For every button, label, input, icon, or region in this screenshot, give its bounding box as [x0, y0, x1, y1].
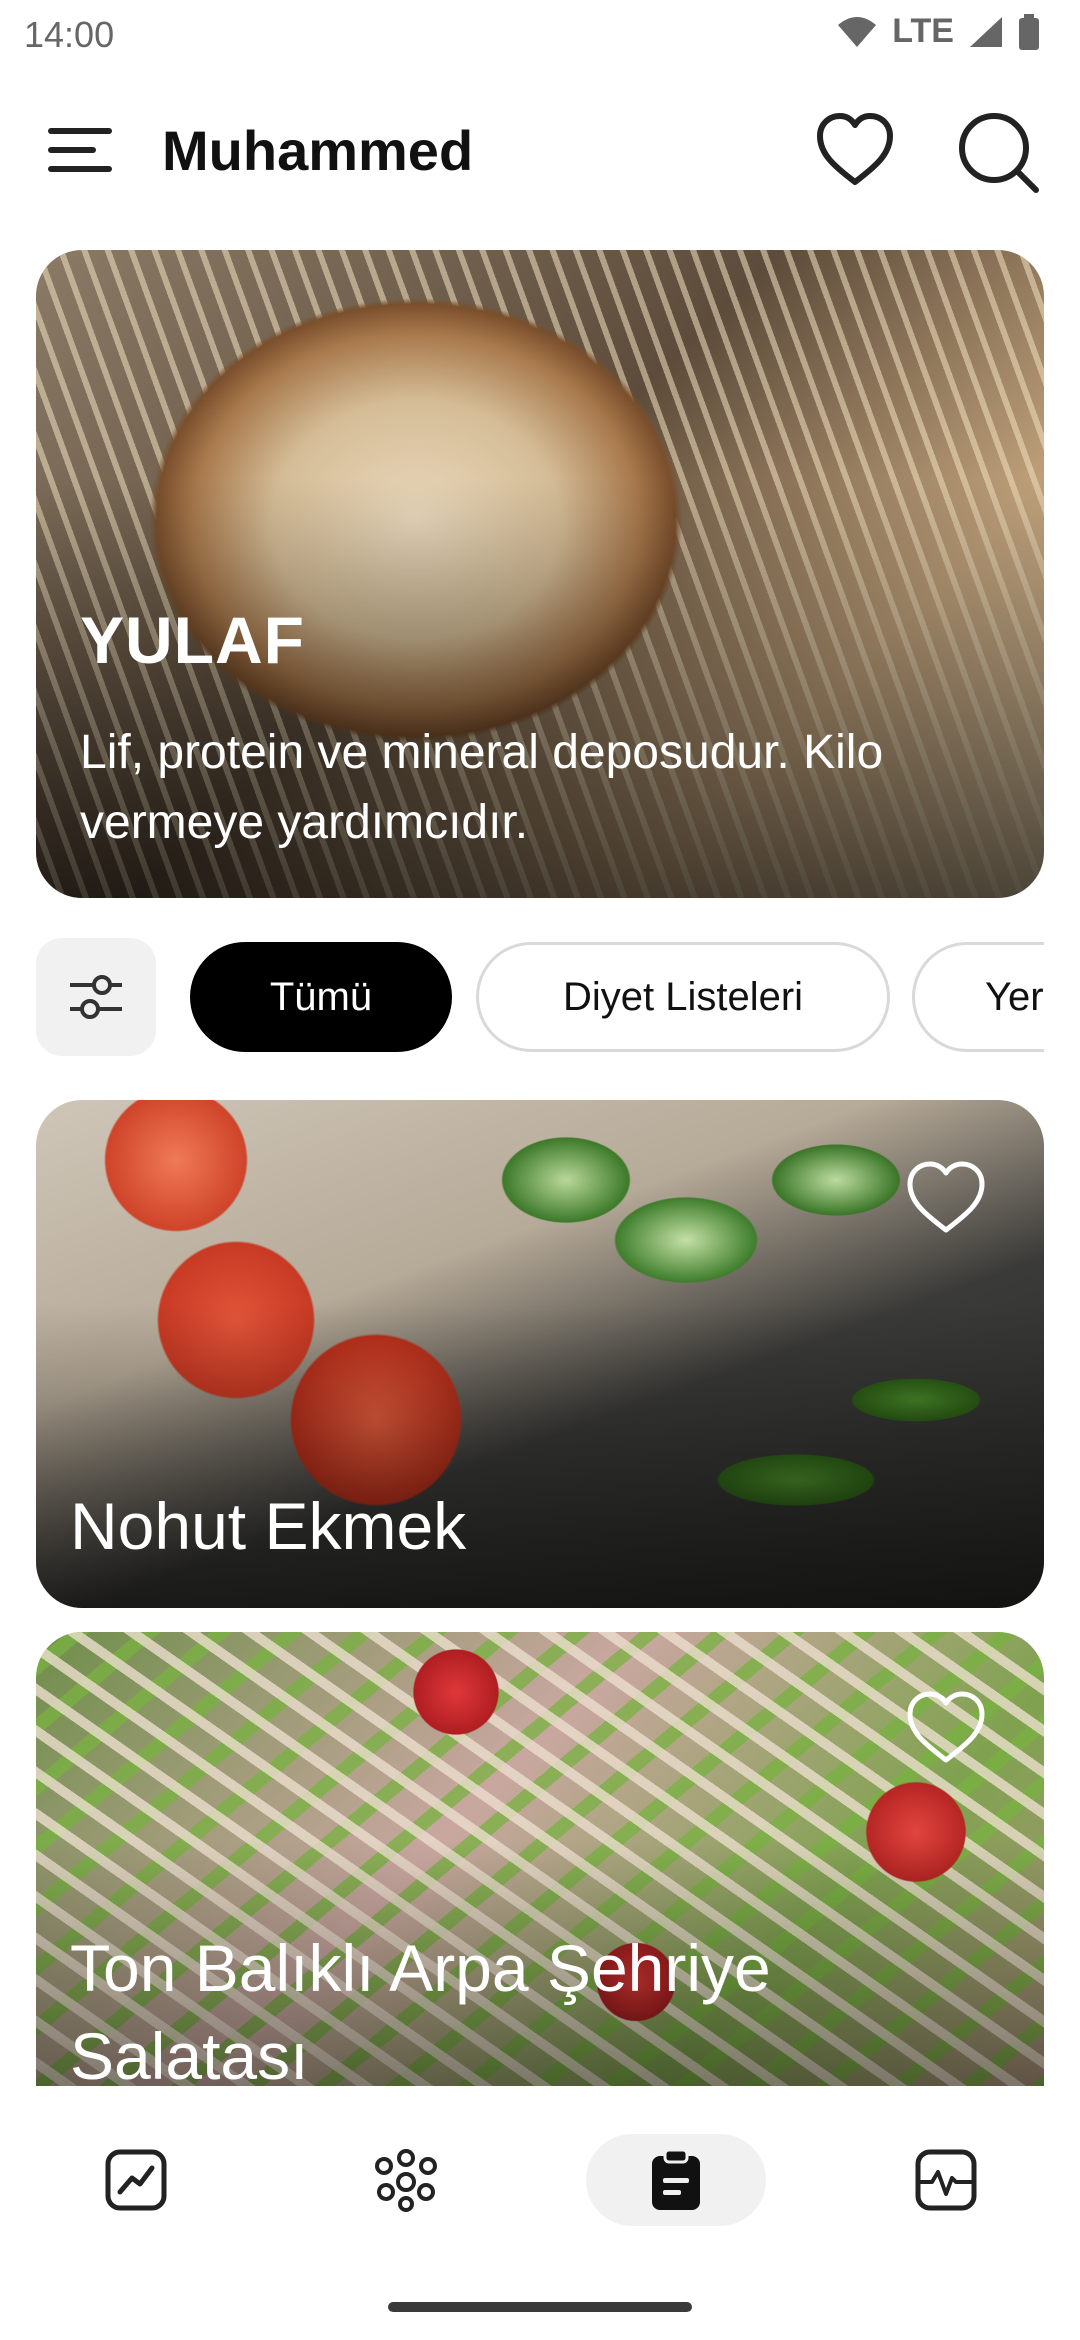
clipboard-icon: [652, 2148, 700, 2210]
heart-icon[interactable]: [904, 1158, 988, 1238]
home-indicator[interactable]: [388, 2302, 692, 2312]
chart-icon: [105, 2149, 167, 2211]
filter-button[interactable]: [36, 938, 156, 1056]
nav-health[interactable]: [856, 2134, 1036, 2226]
menu-icon[interactable]: [44, 122, 116, 178]
battery-icon: [1019, 13, 1039, 50]
recipe-card[interactable]: Ton Balıklı Arpa Şehriye Salatası: [36, 1632, 1044, 2152]
signal-icon: [970, 16, 1002, 47]
network-label: LTE: [892, 12, 954, 50]
activity-icon: [915, 2149, 977, 2211]
status-indicators: LTE: [836, 12, 1040, 51]
chip-all[interactable]: Tümü: [190, 942, 452, 1052]
user-name: Muhammed: [162, 119, 474, 182]
banner-subtitle: Lif, protein ve mineral deposudur. Kilo …: [80, 726, 884, 849]
status-time: 14:00: [24, 14, 115, 55]
wifi-icon: [838, 16, 877, 47]
category-filters: Tümü Diyet Listeleri Yer: [36, 938, 1044, 1056]
heart-icon[interactable]: [904, 1688, 988, 1768]
recipe-card[interactable]: Nohut Ekmek: [36, 1100, 1044, 1608]
recipe-title: Nohut Ekmek: [70, 1489, 467, 1563]
app-header: Muhammed: [0, 100, 1080, 200]
recipe-title: Ton Balıklı Arpa Şehriye Salatası: [70, 1931, 771, 2093]
nav-community[interactable]: [316, 2134, 496, 2226]
banner-title: YULAF: [80, 603, 305, 677]
nav-recipes[interactable]: [586, 2134, 766, 2226]
nav-progress[interactable]: [46, 2134, 226, 2226]
sliders-icon: [70, 975, 122, 1019]
chip-diet-lists[interactable]: Diyet Listeleri: [476, 942, 890, 1052]
search-icon[interactable]: [956, 110, 1040, 194]
community-icon: [375, 2149, 437, 2212]
status-bar: 14:00 LTE: [0, 0, 1080, 70]
chip-meals[interactable]: Yer: [912, 942, 1044, 1052]
favorites-heart-icon[interactable]: [814, 110, 896, 192]
featured-banner[interactable]: YULAF Lif, protein ve mineral deposudur.…: [36, 250, 1044, 898]
